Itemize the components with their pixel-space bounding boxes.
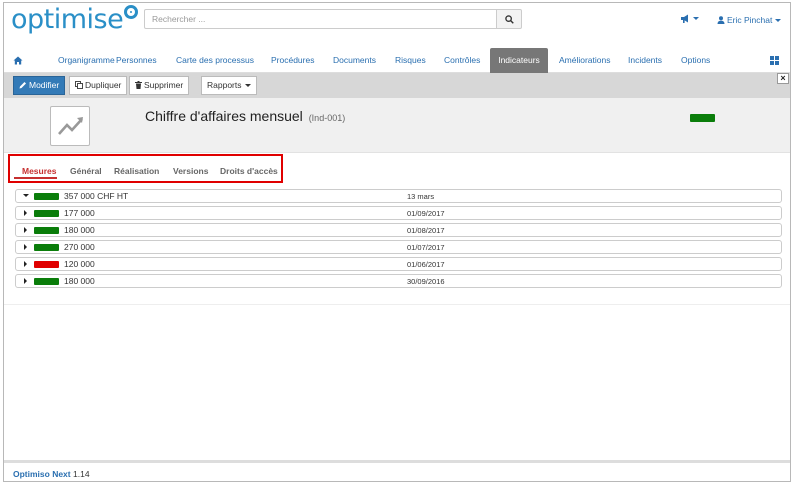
measure-date: 30/09/2016	[407, 277, 445, 286]
top-bar: optimise Eric Pinchat	[4, 3, 790, 47]
main-nav: Organigramme Personnes Carte des process…	[4, 48, 790, 73]
search-bar	[144, 9, 524, 29]
trash-icon	[135, 81, 142, 89]
search-input[interactable]	[144, 9, 497, 29]
footer-version: 1.14	[73, 469, 90, 479]
delete-label: Supprimer	[144, 80, 184, 90]
megaphone-icon	[681, 14, 688, 24]
nav-item-carte-des-processus[interactable]: Carte des processus	[176, 48, 254, 73]
nav-item-incidents[interactable]: Incidents	[628, 48, 662, 73]
home-icon[interactable]	[13, 56, 23, 65]
status-indicator	[34, 227, 59, 234]
active-tab-indicator	[14, 177, 57, 179]
modify-label: Modifier	[29, 80, 60, 90]
measure-value: 177 000	[64, 208, 95, 218]
logo-text: optimis	[11, 4, 108, 35]
nav-item-personnes[interactable]: Personnes	[116, 48, 157, 73]
reports-dropdown[interactable]: Rapports	[201, 76, 257, 95]
measure-date: 01/08/2017	[407, 226, 445, 235]
caret-right-icon[interactable]	[24, 278, 27, 284]
tab-realisation[interactable]: Réalisation	[114, 166, 159, 176]
tab-mesures[interactable]: Mesures	[22, 166, 57, 176]
chevron-down-icon	[693, 17, 699, 21]
user-name: Eric Pinchat	[727, 15, 773, 25]
chevron-down-icon	[775, 19, 782, 23]
measure-value: 357 000 CHF HT	[64, 191, 129, 201]
indicator-header: Chiffre d'affaires mensuel (Ind-001)	[4, 98, 790, 153]
caret-right-icon[interactable]	[24, 244, 27, 250]
nav-item-indicateurs[interactable]: Indicateurs	[490, 48, 548, 73]
caret-right-icon[interactable]	[24, 210, 27, 216]
caret-right-icon[interactable]	[24, 261, 27, 267]
search-icon	[505, 15, 514, 24]
nav-item-organigramme[interactable]: Organigramme	[58, 48, 115, 73]
action-toolbar: Modifier Dupliquer Supprimer Rapports	[4, 73, 790, 98]
nav-item-options[interactable]: Options	[681, 48, 710, 73]
list-item[interactable]: 177 000 01/09/2017	[15, 206, 782, 220]
caret-right-icon[interactable]	[24, 227, 27, 233]
caret-down-icon[interactable]	[23, 194, 29, 197]
measure-value: 120 000	[64, 259, 95, 269]
modify-button[interactable]: Modifier	[13, 76, 66, 95]
logo-ring-icon	[124, 5, 139, 19]
measure-value: 270 000	[64, 242, 95, 252]
list-item[interactable]: 180 000 01/08/2017	[15, 223, 782, 237]
nav-item-risques[interactable]: Risques	[395, 48, 426, 73]
list-item[interactable]: 180 000 30/09/2016	[15, 274, 782, 288]
logo-tail-letter: e	[107, 4, 124, 35]
duplicate-label: Dupliquer	[85, 80, 122, 90]
duplicate-button[interactable]: Dupliquer	[69, 76, 128, 95]
copy-icon	[75, 81, 83, 89]
chevron-down-icon	[244, 84, 251, 88]
measure-date: 01/07/2017	[407, 243, 445, 252]
indicator-thumbnail	[50, 106, 90, 146]
user-menu[interactable]: Eric Pinchat	[717, 13, 782, 27]
list-item[interactable]: 120 000 01/06/2017	[15, 257, 782, 271]
measure-date: 01/06/2017	[407, 260, 445, 269]
status-indicator	[34, 261, 59, 268]
status-indicator	[34, 244, 59, 251]
page-title: Chiffre d'affaires mensuel (Ind-001)	[145, 108, 345, 124]
footer: Optimiso Next 1.14	[13, 469, 90, 479]
search-button[interactable]	[496, 9, 522, 29]
footer-separator	[4, 460, 790, 463]
tab-general[interactable]: Général	[70, 166, 102, 176]
line-chart-icon	[58, 117, 83, 135]
reports-label: Rapports	[207, 80, 242, 90]
measure-value: 180 000	[64, 225, 95, 235]
status-badge	[690, 114, 715, 122]
nav-item-documents[interactable]: Documents	[333, 48, 376, 73]
measures-list: 357 000 CHF HT 13 mars 177 000 01/09/201…	[15, 189, 782, 291]
footer-brand[interactable]: Optimiso Next	[13, 469, 71, 479]
app-window: optimise Eric Pinchat Organigramme Perso…	[3, 2, 791, 482]
logo[interactable]: optimise	[11, 4, 139, 35]
nav-item-controles[interactable]: Contrôles	[444, 48, 480, 73]
delete-button[interactable]: Supprimer	[129, 76, 190, 95]
close-button[interactable]: ×	[777, 73, 789, 84]
measure-date: 13 mars	[407, 192, 435, 201]
tab-versions[interactable]: Versions	[173, 166, 208, 176]
status-indicator	[34, 193, 59, 200]
measure-value: 180 000	[64, 276, 95, 286]
user-icon	[717, 16, 725, 24]
nav-item-ameliorations[interactable]: Améliorations	[559, 48, 611, 73]
content-divider	[4, 304, 790, 305]
nav-item-procedures[interactable]: Procédures	[271, 48, 314, 73]
tab-droits-d-acces[interactable]: Droits d'accès	[220, 166, 278, 176]
status-indicator	[34, 278, 59, 285]
indicator-title: Chiffre d'affaires mensuel	[145, 108, 303, 124]
measure-date: 01/09/2017	[407, 209, 445, 218]
grid-icon[interactable]	[770, 56, 779, 65]
indicator-code: (Ind-001)	[308, 113, 346, 123]
list-item[interactable]: 270 000 01/07/2017	[15, 240, 782, 254]
list-item[interactable]: 357 000 CHF HT 13 mars	[15, 189, 782, 203]
notifications-menu[interactable]	[680, 13, 702, 27]
status-indicator	[34, 210, 59, 217]
pencil-icon	[19, 82, 26, 89]
